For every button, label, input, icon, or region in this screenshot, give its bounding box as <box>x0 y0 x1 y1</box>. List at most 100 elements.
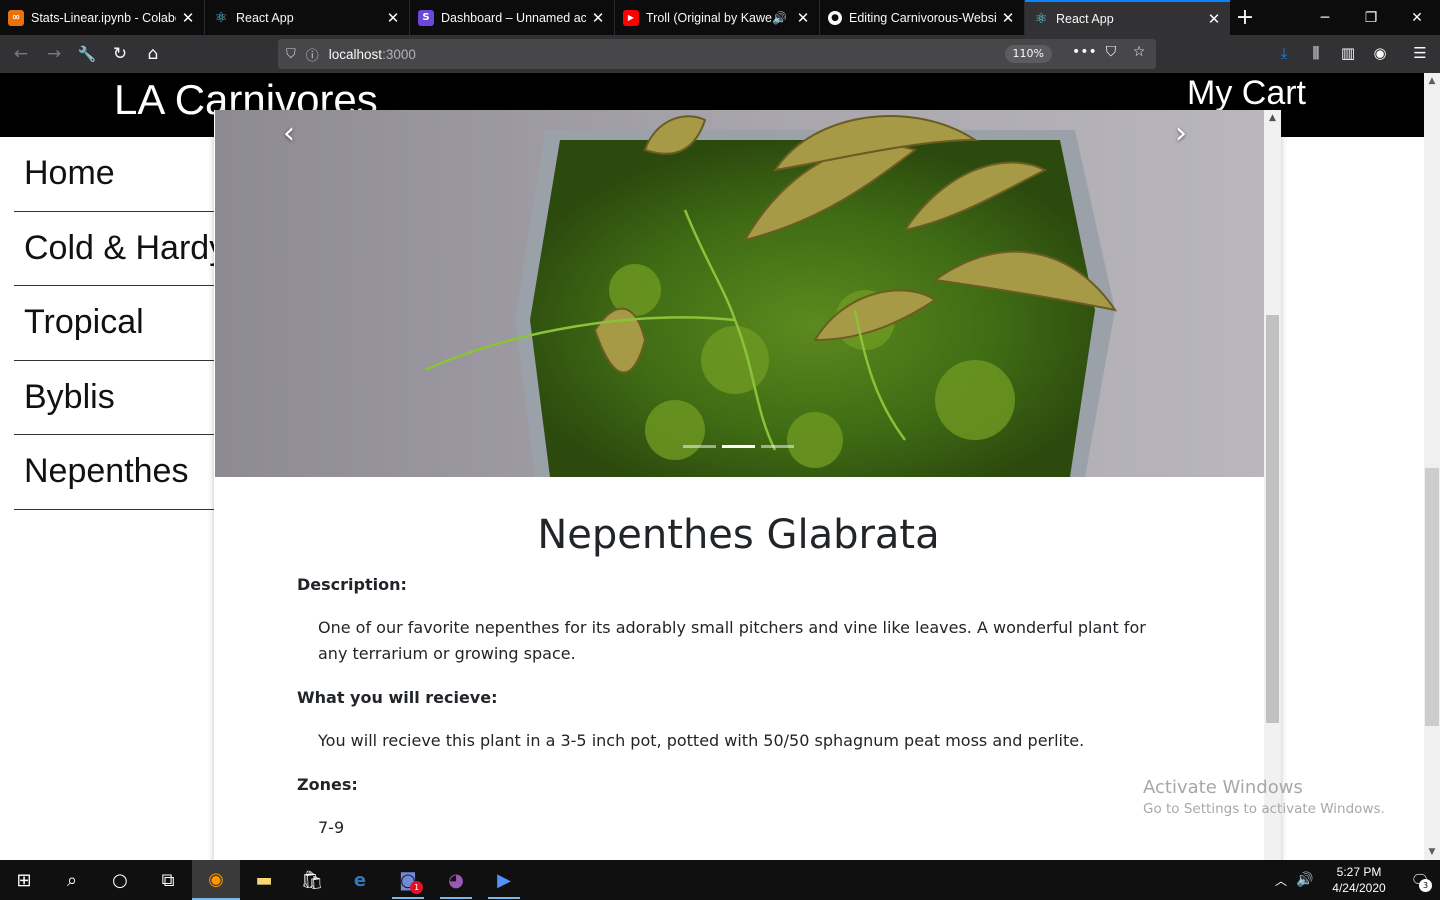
carousel-indicator-2[interactable] <box>722 445 755 448</box>
zones-label: Zones: <box>297 775 358 794</box>
minimize-button[interactable]: ─ <box>1302 0 1348 35</box>
reload-button[interactable]: ↻ <box>105 39 135 69</box>
close-tab-icon[interactable]: ✕ <box>1206 11 1222 27</box>
scroll-down-icon[interactable]: ▼ <box>1424 844 1440 860</box>
scrollbar-thumb[interactable] <box>1266 315 1279 723</box>
sidebar-item-byblis[interactable]: Byblis <box>14 361 214 435</box>
restore-button[interactable]: ❐ <box>1348 0 1394 35</box>
back-button[interactable]: ← <box>6 39 36 69</box>
close-tab-icon[interactable]: ✕ <box>590 10 606 26</box>
notification-count: 3 <box>1419 879 1432 892</box>
description-label: Description: <box>297 575 407 594</box>
library-icon[interactable]: ⫼ <box>1302 39 1330 67</box>
cortana-icon: ○ <box>112 869 128 891</box>
tab-label: Dashboard – Unnamed acc <box>441 10 586 25</box>
github-desktop-icon: ◕ <box>448 869 464 891</box>
sidebar-icon[interactable]: ▥ <box>1334 39 1362 67</box>
scroll-up-icon[interactable]: ▲ <box>1264 110 1281 127</box>
pocket-icon[interactable]: ⛉ <box>1100 44 1122 64</box>
reload-icon: ↻ <box>112 44 128 64</box>
task-view-icon: ⧉ <box>161 869 175 891</box>
task-view-button[interactable]: ⧉ <box>144 860 192 900</box>
windows-taskbar: ⊞ ⌕ ○ ⧉ ◉ ▬ 🛍 e ◙ 1 ◕ ▶ ︿ 🔊 5:27 PM 4/24… <box>0 860 1440 900</box>
sidebar-item-tropical[interactable]: Tropical <box>14 286 214 361</box>
window-controls: ─ ❐ ✕ <box>1302 0 1440 35</box>
clock-time: 5:27 PM <box>1336 865 1382 879</box>
close-tab-icon[interactable]: ✕ <box>385 10 401 26</box>
carousel-indicator-1[interactable] <box>683 445 716 448</box>
scroll-up-icon[interactable]: ▲ <box>1424 73 1440 89</box>
taskbar-powershell[interactable]: ▶ <box>480 860 528 900</box>
menu-icon[interactable]: ☰ <box>1406 39 1434 67</box>
taskbar-edge[interactable]: e <box>336 860 384 900</box>
category-sidebar: Home Cold & Hardy Tropical Byblis Nepent… <box>14 137 214 510</box>
cortana-button[interactable]: ○ <box>96 860 144 900</box>
page-scrollbar[interactable]: ▲ ▼ <box>1424 73 1440 860</box>
close-tab-icon[interactable]: ✕ <box>1000 10 1016 26</box>
taskbar-firefox[interactable]: ◉ <box>192 860 240 900</box>
tab-react-app-1[interactable]: ⚛ React App ✕ <box>205 0 410 35</box>
url-bar[interactable]: ⛉ ⓘ localhost:3000 110% ••• ⛉ ☆ <box>278 39 1156 69</box>
watermark-subtitle: Go to Settings to activate Windows. <box>1143 801 1385 817</box>
close-window-button[interactable]: ✕ <box>1394 0 1440 35</box>
navigation-toolbar: ← → 🔧 ↻ ⌂ ⛉ ⓘ localhost:3000 110% ••• ⛉ … <box>0 35 1440 73</box>
clock-date: 4/24/2020 <box>1332 881 1386 895</box>
bookmark-star-icon[interactable]: ☆ <box>1128 44 1150 64</box>
show-hidden-icons-icon[interactable]: ︿ <box>1270 872 1292 889</box>
close-tab-icon[interactable]: ✕ <box>795 10 811 26</box>
tab-react-app-active[interactable]: ⚛ React App ✕ <box>1025 0 1230 35</box>
description-text: One of our favorite nepenthes for its ad… <box>318 618 1146 663</box>
forward-button[interactable]: → <box>39 39 69 69</box>
taskbar-discord[interactable]: ◙ 1 <box>384 860 432 900</box>
sidebar-item-home[interactable]: Home <box>14 137 214 212</box>
carousel-next-icon[interactable]: › <box>1175 116 1187 151</box>
react-icon: ⚛ <box>1034 10 1048 27</box>
plant-photo <box>215 110 1264 477</box>
carousel-indicator-3[interactable] <box>761 445 794 448</box>
windows-logo-icon: ⊞ <box>16 869 32 891</box>
modal-scrollbar[interactable]: ▲ <box>1264 110 1281 860</box>
taskbar-github-desktop[interactable]: ◕ <box>432 860 480 900</box>
new-tab-button[interactable]: + <box>1230 0 1260 35</box>
search-icon: ⌕ <box>66 869 78 891</box>
edge-icon: e <box>353 869 367 891</box>
action-center-button[interactable]: 🗨 3 <box>1400 860 1440 900</box>
forward-arrow-icon: → <box>46 44 62 64</box>
activate-windows-watermark: Activate Windows Go to Settings to activ… <box>1143 776 1385 818</box>
devtools-button[interactable]: 🔧 <box>72 39 102 69</box>
tab-youtube[interactable]: ▶ Troll (Original by Kaweh 🔊 ✕ <box>615 0 820 35</box>
sidebar-item-cold-hardy[interactable]: Cold & Hardy <box>14 212 214 286</box>
receive-text: You will recieve this plant in a 3-5 inc… <box>318 731 1085 750</box>
volume-icon[interactable]: 🔊 <box>1292 872 1318 888</box>
scrollbar-thumb[interactable] <box>1425 468 1439 726</box>
carousel-prev-icon[interactable]: ‹ <box>283 116 295 151</box>
start-button[interactable]: ⊞ <box>0 860 48 900</box>
url-host: localhost <box>328 46 383 62</box>
tab-label: Stats-Linear.ipynb - Colabo <box>31 10 176 25</box>
shield-icon[interactable]: ⛉ <box>286 47 296 62</box>
taskbar-store[interactable]: 🛍 <box>288 860 336 900</box>
sidebar-item-nepenthes[interactable]: Nepenthes <box>14 435 214 510</box>
youtube-icon: ▶ <box>623 9 639 26</box>
info-icon[interactable]: ⓘ <box>306 45 319 64</box>
clock[interactable]: 5:27 PM 4/24/2020 <box>1318 864 1400 896</box>
download-icon[interactable]: ⤓ <box>1270 39 1298 67</box>
account-icon[interactable]: ◉ <box>1366 39 1394 67</box>
tab-colab[interactable]: ∞ Stats-Linear.ipynb - Colabo ✕ <box>0 0 205 35</box>
stripe-icon: S <box>418 9 434 26</box>
taskbar-file-explorer[interactable]: ▬ <box>240 860 288 900</box>
home-button[interactable]: ⌂ <box>138 39 168 69</box>
speaker-icon[interactable]: 🔊 <box>772 11 787 25</box>
zones-text: 7-9 <box>318 818 345 837</box>
powershell-icon: ▶ <box>497 869 511 891</box>
search-button[interactable]: ⌕ <box>48 860 96 900</box>
tab-dashboard[interactable]: S Dashboard – Unnamed acc ✕ <box>410 0 615 35</box>
more-actions-icon[interactable]: ••• <box>1072 44 1097 64</box>
tab-github[interactable]: ● Editing Carnivorous-Websi ✕ <box>820 0 1025 35</box>
tab-label: React App <box>1056 11 1114 26</box>
zoom-level-badge[interactable]: 110% <box>1004 45 1052 63</box>
back-arrow-icon: ← <box>13 44 29 64</box>
my-cart-link[interactable]: My Cart <box>1187 74 1306 113</box>
github-icon: ● <box>828 10 842 25</box>
close-tab-icon[interactable]: ✕ <box>180 10 196 26</box>
